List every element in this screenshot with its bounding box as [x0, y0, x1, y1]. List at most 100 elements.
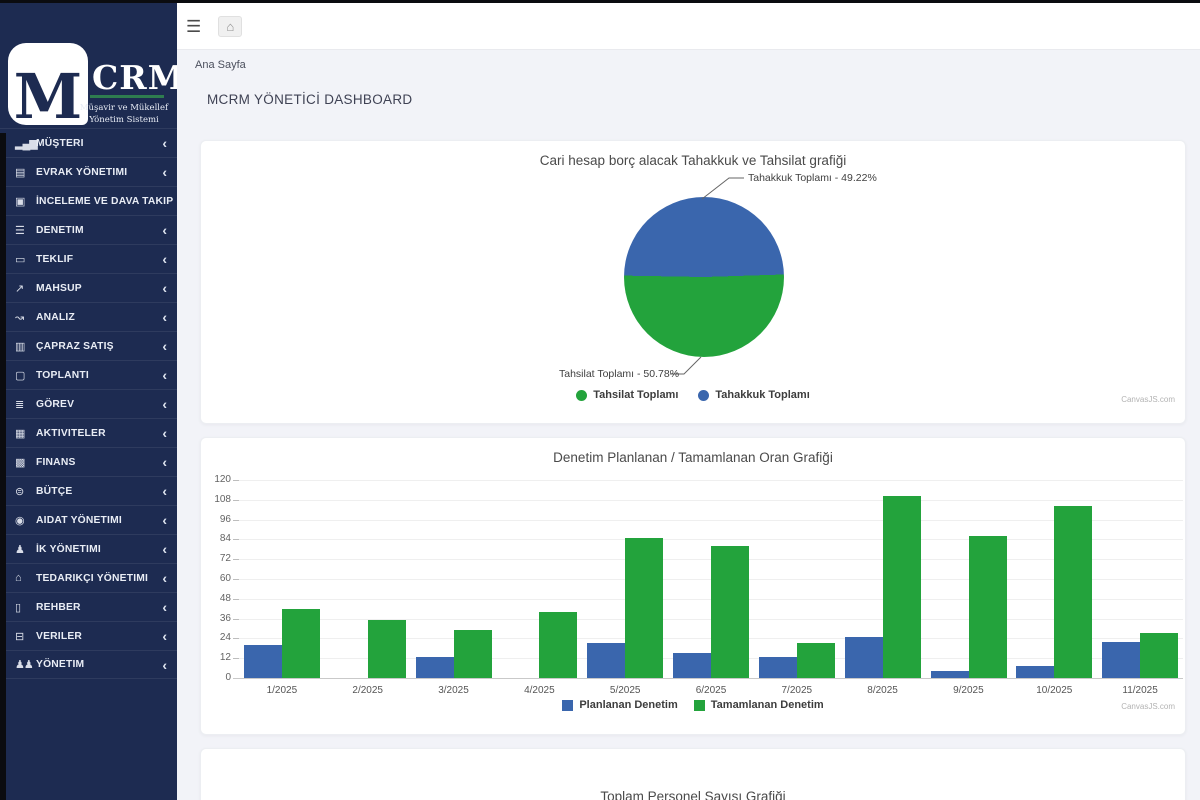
x-axis-label: 5/2025 — [582, 685, 668, 696]
y-axis-label: 24 — [203, 632, 231, 643]
y-axis-tick — [233, 638, 239, 639]
legend-item-bar-1[interactable]: Tamamlanan Denetim — [694, 699, 824, 711]
gridline — [239, 539, 1183, 540]
sidebar-item-label: BÜTÇE — [36, 486, 158, 497]
sidebar-item-toplanti[interactable]: ▢TOPLANTI‹ — [0, 360, 177, 389]
home-button[interactable]: ⌂ — [218, 16, 242, 37]
y-axis-label: 12 — [203, 652, 231, 663]
sidebar-item-capraz-satis[interactable]: ▥ÇAPRAZ SATIŞ‹ — [0, 331, 177, 360]
y-axis-label: 72 — [203, 553, 231, 564]
chevron-left-icon: ‹ — [158, 600, 167, 614]
y-axis-label: 60 — [203, 573, 231, 584]
chevron-left-icon: ‹ — [158, 368, 167, 382]
left-edge-strip — [0, 133, 6, 800]
bar-tamamlanan-3/2025 — [454, 630, 492, 678]
sidebar-item-gorev[interactable]: ≣GÖREV‹ — [0, 389, 177, 418]
calendar-check-icon: ▦ — [15, 427, 36, 440]
chevron-left-icon: ‹ — [158, 484, 167, 498]
chevron-left-icon: ‹ — [158, 223, 167, 237]
x-axis-label: 6/2025 — [668, 685, 754, 696]
canvasjs-watermark[interactable]: CanvasJS.com — [1121, 702, 1175, 711]
chevron-left-icon: ‹ — [158, 310, 167, 324]
sidebar-item-butce[interactable]: ⊜BÜTÇE‹ — [0, 476, 177, 505]
y-axis-label: 96 — [203, 514, 231, 525]
sidebar-item-analiz[interactable]: ↝ANALIZ‹ — [0, 302, 177, 331]
breadcrumb: Ana Sayfa — [177, 50, 1200, 71]
chevron-left-icon: ‹ — [158, 252, 167, 266]
x-axis-label: 1/2025 — [239, 685, 325, 696]
user-icon: ♟ — [15, 543, 36, 556]
bar-planlanan-11/2025 — [1102, 642, 1140, 678]
sidebar-item-musteri[interactable]: ▂▄▆MÜŞTERI‹ — [0, 128, 177, 157]
sidebar-item-label: GÖREV — [36, 399, 158, 410]
logo-monogram-letter: M — [14, 68, 83, 125]
bar-planlanan-9/2025 — [931, 671, 969, 678]
sidebar-item-rehber[interactable]: ▯REHBER‹ — [0, 592, 177, 621]
chevron-left-icon: ‹ — [158, 629, 167, 643]
bar-tamamlanan-6/2025 — [711, 546, 749, 678]
hamburger-menu-icon[interactable]: ☰ — [186, 18, 201, 35]
y-axis-tick — [233, 579, 239, 580]
sidebar-item-yonetim[interactable]: ♟♟YÖNETIM‹ — [0, 650, 177, 679]
sidebar-item-veriler[interactable]: ⊟VERILER‹ — [0, 621, 177, 650]
sidebar-item-label: TOPLANTI — [36, 370, 158, 381]
x-axis-line — [233, 678, 1183, 679]
bar-planlanan-10/2025 — [1016, 666, 1054, 678]
y-axis-tick — [233, 500, 239, 501]
sidebar-item-label: DENETIM — [36, 225, 158, 236]
sidebar-item-label: EVRAK YÖNETIMI — [36, 167, 158, 178]
sidebar-item-denetim[interactable]: ☰DENETIM‹ — [0, 215, 177, 244]
tasks-icon: ≣ — [15, 398, 36, 411]
bar-planlanan-6/2025 — [673, 653, 711, 678]
breadcrumb-current[interactable]: Ana Sayfa — [195, 59, 246, 71]
sidebar-item-label: AIDAT YÖNETIMI — [36, 515, 158, 526]
pie-callout-tahakkuk: Tahakkuk Toplamı - 49.22% — [748, 172, 877, 184]
chevron-left-icon: ‹ — [158, 455, 167, 469]
sidebar: M CRM Müşavir ve Mükellef Yönetim Sistem… — [0, 3, 177, 800]
sidebar-item-teklif[interactable]: ▭TEKLIF‹ — [0, 244, 177, 273]
sidebar-item-inceleme-ve-dava-takip[interactable]: ▣İNCELEME VE DAVA TAKIP‹ — [0, 186, 177, 215]
sidebar-item-aidat-yonetimi[interactable]: ◉AIDAT YÖNETIMI‹ — [0, 505, 177, 534]
bar-tamamlanan-1/2025 — [282, 609, 320, 678]
sidebar-item-label: MÜŞTERI — [36, 138, 158, 149]
chevron-left-icon: ‹ — [158, 281, 167, 295]
x-axis-label: 4/2025 — [497, 685, 583, 696]
bar-planlanan-3/2025 — [416, 657, 454, 678]
personnel-chart-card: Toplam Personel Sayısı Grafiği — [200, 748, 1186, 800]
sidebar-item-label: TEKLIF — [36, 254, 158, 265]
logo-tagline: Müşavir ve Mükellef Yönetim Sistemi — [78, 102, 170, 127]
bar-tamamlanan-4/2025 — [539, 612, 577, 678]
database-icon: ⊟ — [15, 630, 36, 643]
canvasjs-watermark[interactable]: CanvasJS.com — [1121, 395, 1175, 404]
app-logo[interactable]: M CRM Müşavir ve Mükellef Yönetim Sistem… — [0, 3, 177, 128]
topbar: ☰ ⌂ — [177, 3, 1200, 50]
x-axis-label: 11/2025 — [1097, 685, 1183, 696]
bar-planlanan-1/2025 — [244, 645, 282, 678]
main-content: Ana Sayfa MCRM YÖNETİCİ DASHBOARD Cari h… — [177, 50, 1200, 800]
sidebar-item-aktiviteler[interactable]: ▦AKTIVITELER‹ — [0, 418, 177, 447]
dashboard-cards: Cari hesap borç alacak Tahakkuk ve Tahsi… — [200, 140, 1186, 800]
users-icon: ♟♟ — [15, 658, 36, 671]
sidebar-item-evrak-yonetimi[interactable]: ▤EVRAK YÖNETIMI‹ — [0, 157, 177, 186]
sidebar-item-label: MAHSUP — [36, 283, 158, 294]
legend-item-pie-1[interactable]: Tahakkuk Toplamı — [698, 389, 809, 401]
legend-item-pie-0[interactable]: Tahsilat Toplamı — [576, 389, 678, 401]
calculator-icon: ▩ — [15, 456, 36, 469]
pie-legend: Tahsilat Toplamı Tahakkuk Toplamı — [201, 389, 1185, 401]
pie-callout-tahsilat: Tahsilat Toplamı - 50.78% — [559, 368, 679, 380]
y-axis-tick — [233, 599, 239, 600]
sidebar-item-tedarikci-yonetimi[interactable]: ⌂TEDARIKÇI YÖNETIMI‹ — [0, 563, 177, 592]
x-axis-label: 8/2025 — [840, 685, 926, 696]
chevron-left-icon: ‹ — [158, 165, 167, 179]
coins-icon: ⊜ — [15, 485, 36, 498]
chevron-left-icon: ‹ — [158, 397, 167, 411]
sidebar-item-ik-yonetimi[interactable]: ♟İK YÖNETIMI‹ — [0, 534, 177, 563]
personnel-chart-title: Toplam Personel Sayısı Grafiği — [201, 749, 1185, 800]
sidebar-item-mahsup[interactable]: ↗MAHSUP‹ — [0, 273, 177, 302]
logo-tagline-line2: Yönetim Sistemi — [78, 114, 170, 126]
sidebar-item-finans[interactable]: ▩FINANS‹ — [0, 447, 177, 476]
sidebar-item-label: İNCELEME VE DAVA TAKIP — [36, 196, 173, 207]
logo-brand-text: CRM — [92, 58, 185, 97]
legend-item-bar-0[interactable]: Planlanan Denetim — [562, 699, 677, 711]
bar-chart-card: Denetim Planlanan / Tamamlanan Oran Graf… — [200, 437, 1186, 735]
